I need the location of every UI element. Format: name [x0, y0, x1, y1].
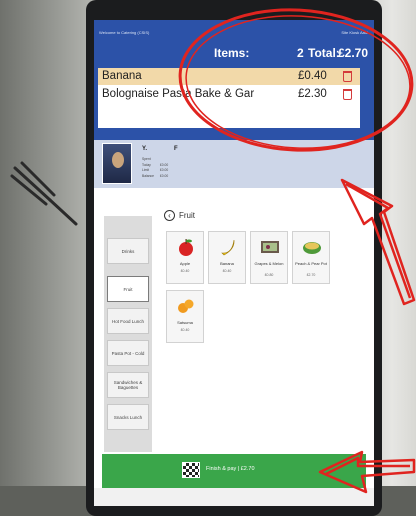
- items-label: Items:: [214, 46, 250, 60]
- avatar: [102, 143, 132, 184]
- basket-item-name: Banana: [102, 70, 142, 82]
- product-price: £2.70: [306, 273, 316, 277]
- category-drinks[interactable]: Drinks: [107, 238, 149, 264]
- total-label: Total:: [308, 46, 340, 60]
- product-tile-grapes-melon[interactable]: Grapes & Melon £0.80: [250, 231, 288, 284]
- product-name: Satsuma: [177, 320, 193, 325]
- basket-item-price: £0.40: [298, 70, 327, 82]
- product-price: £0.80: [264, 273, 274, 277]
- basket-item-name: Bolognaise Pasta Bake & Gar: [102, 88, 255, 100]
- category-sandwiches-baguettes[interactable]: Sandwiches & Baguettes: [107, 372, 149, 398]
- site-text: Site Kiosk Aadl: [341, 30, 368, 35]
- fork-icon: [10, 161, 78, 226]
- user-first-initial: Y.: [142, 146, 148, 152]
- satsuma-icon: [178, 299, 194, 313]
- info-label: Balance: [142, 173, 154, 178]
- screen-bottom-bar: [94, 488, 374, 506]
- banana-icon: [221, 239, 235, 256]
- peach-pear-pot-icon: [303, 242, 321, 254]
- photo-background-left: [0, 0, 100, 516]
- product-tile-satsuma[interactable]: Satsuma £0.40: [166, 290, 204, 343]
- info-value: £0.00: [159, 173, 169, 178]
- user-info: Spent Today £0.00 Limit £0.00 Balance £0…: [142, 157, 177, 179]
- basket-item[interactable]: Banana £0.40: [98, 68, 360, 85]
- category-snacks-lunch[interactable]: Snacks Lunch: [107, 404, 149, 430]
- trash-icon[interactable]: [343, 71, 352, 82]
- product-price: £0.40: [180, 328, 190, 332]
- user-last-initial: F: [174, 146, 178, 152]
- apple-icon: [179, 239, 193, 256]
- welcome-text: Welcome to Catering (CSIS): [99, 30, 150, 35]
- basket-list: Banana £0.40 Bolognaise Pasta Bake & Gar…: [98, 68, 360, 128]
- catalog: Drinks Fruit Hot Food Lunch Pasta Pot - …: [94, 188, 374, 456]
- category-sidebar: Drinks Fruit Hot Food Lunch Pasta Pot - …: [104, 216, 152, 452]
- info-label: Spent Today: [142, 157, 151, 167]
- total-value: £2.70: [338, 46, 369, 60]
- category-fruit[interactable]: Fruit: [107, 276, 149, 302]
- basket-item-price: £2.30: [298, 88, 327, 100]
- product-name: Grapes & Melon: [254, 261, 284, 266]
- header: Welcome to Catering (CSIS) Site Kiosk Aa…: [94, 20, 374, 140]
- category-title: Fruit: [179, 211, 195, 220]
- category-pasta-pot-cold[interactable]: Pasta Pot - Cold: [107, 340, 149, 366]
- pay-label: Finish & pay | £2.70: [206, 466, 255, 472]
- category-hot-food-lunch[interactable]: Hot Food Lunch: [107, 308, 149, 334]
- product-tile-banana[interactable]: Banana £0.40: [208, 231, 246, 284]
- chequered-flag-icon: [182, 462, 200, 478]
- basket-item[interactable]: Bolognaise Pasta Bake & Gar £2.30: [98, 86, 360, 103]
- kiosk-screen: Welcome to Catering (CSIS) Site Kiosk Aa…: [94, 20, 374, 506]
- product-tile-apple[interactable]: Apple £0.40: [166, 231, 204, 284]
- product-tile-peach-pear-pot[interactable]: Peach & Pear Pot £2.70: [292, 231, 330, 284]
- user-strip: Y. F Spent Today £0.00 Limit £0.00 Balan…: [94, 140, 374, 188]
- grapes-melon-icon: [261, 241, 279, 253]
- product-price: £0.40: [222, 269, 232, 273]
- product-name: Peach & Pear Pot: [295, 261, 327, 266]
- finish-and-pay-button[interactable]: Finish & pay | £2.70: [102, 454, 366, 488]
- product-price: £0.40: [180, 269, 190, 273]
- items-count: 2: [297, 46, 304, 60]
- product-name: Apple: [179, 261, 191, 266]
- product-name: Banana: [220, 261, 234, 266]
- back-arrow-icon[interactable]: ‹: [164, 210, 175, 221]
- trash-icon[interactable]: [343, 89, 352, 100]
